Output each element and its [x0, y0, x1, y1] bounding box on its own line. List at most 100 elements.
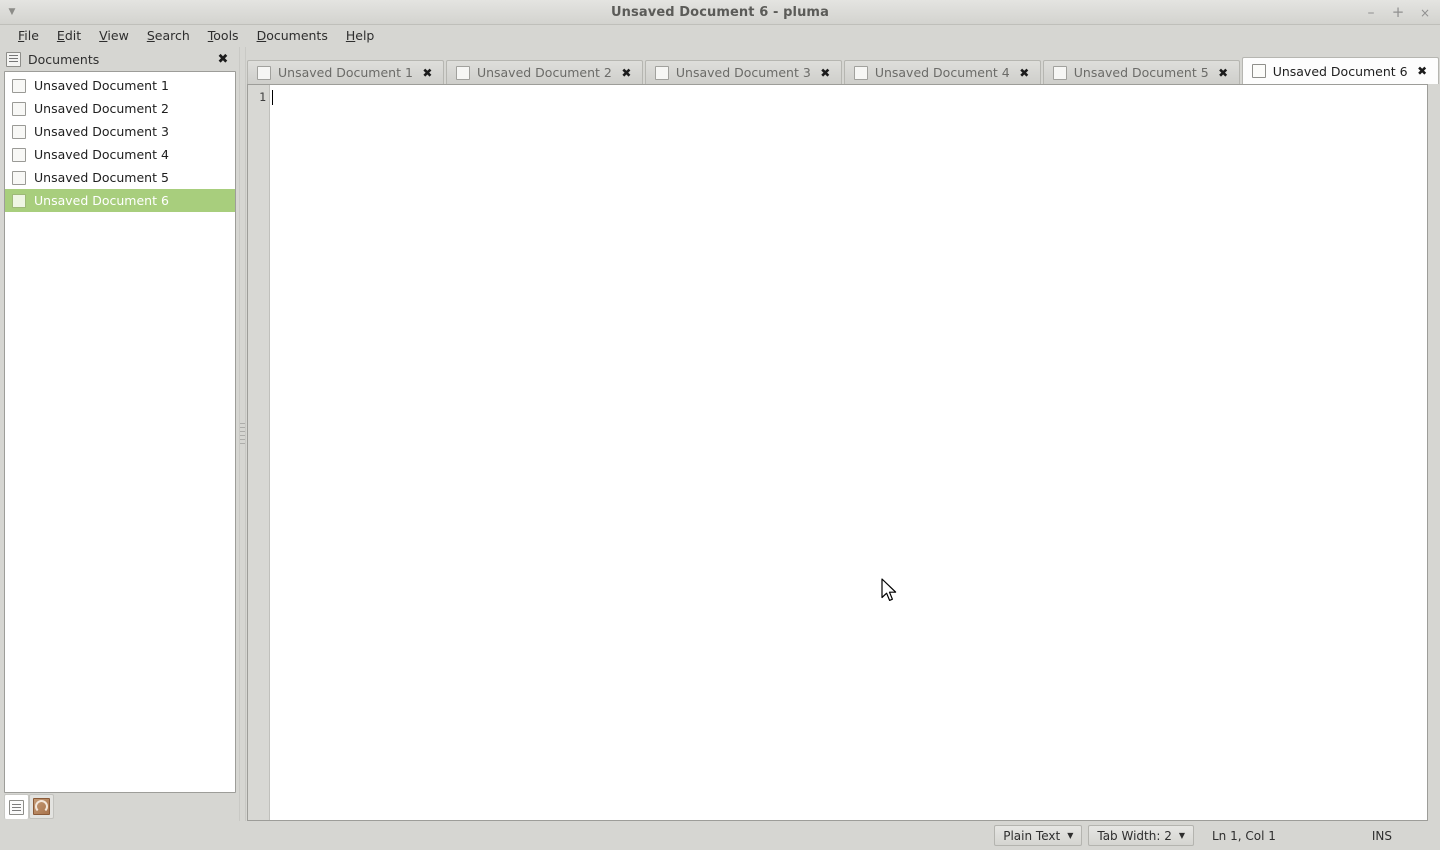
list-item-label: Unsaved Document 4 — [34, 147, 169, 162]
statusbar: Plain Text ▼ Tab Width: 2 ▼ Ln 1, Col 1 … — [0, 821, 1440, 850]
document-icon — [12, 193, 26, 208]
tab-label: Unsaved Document 3 — [675, 65, 811, 80]
document-icon — [12, 101, 26, 116]
side-panel-header: Documents ✖ — [0, 48, 238, 71]
tab-close-icon[interactable]: ✖ — [1217, 66, 1230, 79]
menu-view-rest: iew — [107, 27, 129, 43]
menu-documents[interactable]: Documents — [248, 28, 337, 45]
list-item[interactable]: Unsaved Document 3 — [5, 120, 235, 143]
file-browser-icon — [33, 798, 50, 815]
caret-down-icon[interactable]: ▼ — [6, 7, 18, 19]
side-panel-title: Documents — [28, 52, 100, 67]
list-item-label: Unsaved Document 3 — [34, 124, 169, 139]
text-caret — [272, 90, 273, 105]
tab-unsaved-document-5[interactable]: Unsaved Document 5 ✖ — [1042, 60, 1240, 84]
menu-edit-mnemonic: E — [56, 27, 65, 43]
tab-unsaved-document-4[interactable]: Unsaved Document 4 ✖ — [843, 60, 1041, 84]
window-controls: – + × — [1364, 0, 1432, 25]
documents-panel-button[interactable] — [4, 794, 29, 819]
tab-label: Unsaved Document 2 — [476, 65, 612, 80]
panel-splitter[interactable] — [238, 47, 247, 821]
tab-width-selector[interactable]: Tab Width: 2 ▼ — [1088, 825, 1194, 846]
editor-view: 1 — [247, 84, 1428, 821]
documents-panel-icon — [6, 52, 21, 67]
tab-close-icon[interactable]: ✖ — [819, 66, 832, 79]
chevron-down-icon: ▼ — [1178, 830, 1185, 840]
list-item-label: Unsaved Document 6 — [34, 193, 169, 208]
documents-icon — [9, 799, 24, 815]
document-icon — [853, 65, 868, 80]
document-icon — [12, 147, 26, 162]
tab-label: Unsaved Document 5 — [1073, 65, 1209, 80]
menu-view[interactable]: View — [90, 28, 138, 45]
close-icon[interactable]: × — [1418, 6, 1432, 20]
tab-close-icon[interactable]: ✖ — [1416, 65, 1429, 78]
titlebar-left-controls: ▼ — [6, 0, 18, 25]
tab-close-icon[interactable]: ✖ — [421, 66, 434, 79]
menubar: File Edit View Search Tools Documents He… — [0, 25, 1440, 47]
menu-documents-rest: ocuments — [266, 27, 328, 43]
document-icon — [1251, 64, 1266, 78]
menu-edit-rest: dit — [64, 27, 82, 43]
tab-label: Unsaved Document 1 — [278, 65, 413, 80]
side-panel: Documents ✖ Unsaved Document 1 Unsaved D… — [0, 47, 238, 821]
list-item[interactable]: Unsaved Document 4 — [5, 143, 235, 166]
menu-documents-mnemonic: D — [256, 27, 267, 43]
editor-side: Unsaved Document 1 ✖ Unsaved Document 2 … — [247, 47, 1440, 821]
menu-search-rest: earch — [154, 27, 190, 43]
titlebar: ▼ Unsaved Document 6 - pluma – + × — [0, 0, 1440, 25]
menu-help[interactable]: Help — [337, 28, 384, 45]
text-editor-area[interactable] — [270, 85, 1427, 820]
document-icon — [12, 124, 26, 139]
menu-search[interactable]: Search — [138, 28, 199, 45]
side-panel-switcher — [0, 793, 238, 821]
document-icon — [654, 65, 669, 80]
document-list: Unsaved Document 1 Unsaved Document 2 Un… — [5, 72, 235, 212]
maximize-icon[interactable]: + — [1391, 5, 1405, 20]
tab-close-icon[interactable]: ✖ — [620, 66, 633, 79]
tab-unsaved-document-1[interactable]: Unsaved Document 1 ✖ — [247, 60, 444, 84]
document-icon — [1052, 65, 1067, 80]
menu-file-rest: ile — [24, 27, 39, 43]
menu-search-mnemonic: S — [146, 27, 155, 43]
splitter-grip[interactable] — [240, 423, 245, 445]
language-selector[interactable]: Plain Text ▼ — [994, 825, 1083, 846]
file-browser-panel-button[interactable] — [29, 794, 54, 819]
side-panel-close-icon[interactable]: ✖ — [216, 53, 230, 67]
menu-help-rest: elp — [355, 27, 375, 43]
list-item-selected[interactable]: Unsaved Document 6 — [5, 189, 235, 212]
menu-file[interactable]: File — [9, 28, 48, 45]
tab-unsaved-document-3[interactable]: Unsaved Document 3 ✖ — [644, 60, 842, 84]
line-number: 1 — [259, 90, 266, 104]
menu-tools-rest: ools — [213, 27, 239, 43]
menu-edit[interactable]: Edit — [48, 28, 90, 45]
minimize-icon[interactable]: – — [1364, 6, 1378, 20]
chevron-down-icon: ▼ — [1067, 830, 1074, 840]
menu-tools[interactable]: Tools — [199, 28, 248, 45]
list-item-label: Unsaved Document 5 — [34, 170, 169, 185]
document-icon — [12, 78, 26, 93]
tab-label: Unsaved Document 6 — [1272, 63, 1408, 79]
document-icon — [257, 65, 271, 80]
document-icon — [455, 65, 470, 80]
tab-unsaved-document-2[interactable]: Unsaved Document 2 ✖ — [445, 60, 643, 84]
cursor-position: Ln 1, Col 1 — [1211, 828, 1276, 843]
list-item-label: Unsaved Document 1 — [34, 78, 169, 93]
list-item-label: Unsaved Document 2 — [34, 101, 169, 116]
list-item[interactable]: Unsaved Document 1 — [5, 74, 235, 97]
tab-width-label: Tab Width: 2 — [1097, 828, 1172, 843]
tab-label: Unsaved Document 4 — [874, 65, 1010, 80]
menu-help-mnemonic: H — [345, 27, 356, 43]
list-item[interactable]: Unsaved Document 2 — [5, 97, 235, 120]
language-label: Plain Text — [1003, 828, 1061, 843]
document-icon — [12, 170, 26, 185]
window-title: Unsaved Document 6 - pluma — [611, 4, 829, 20]
document-list-container: Unsaved Document 1 Unsaved Document 2 Un… — [4, 71, 236, 793]
tab-unsaved-document-6[interactable]: Unsaved Document 6 ✖ — [1241, 57, 1439, 84]
line-number-gutter: 1 — [248, 85, 270, 820]
pluma-window: ▼ Unsaved Document 6 - pluma – + × File … — [0, 0, 1440, 850]
tab-close-icon[interactable]: ✖ — [1018, 66, 1031, 79]
main-body: Documents ✖ Unsaved Document 1 Unsaved D… — [0, 47, 1440, 821]
list-item[interactable]: Unsaved Document 5 — [5, 166, 235, 189]
insert-mode-indicator: INS — [1371, 828, 1392, 843]
